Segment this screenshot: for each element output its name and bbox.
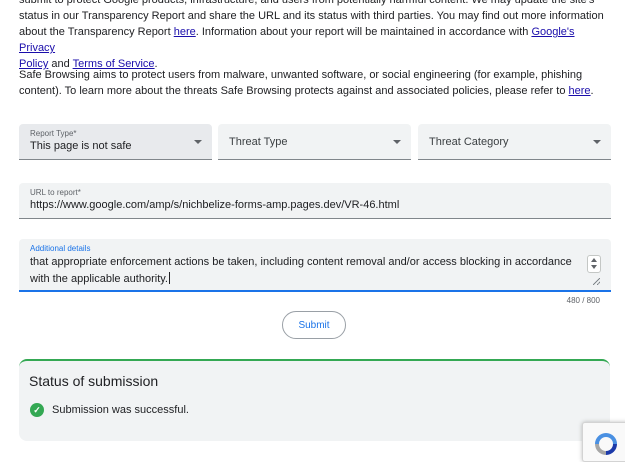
chevron-down-icon — [593, 140, 601, 144]
threats-info-link[interactable]: here — [569, 85, 591, 97]
threat-category-placeholder: Threat Category — [429, 136, 509, 148]
textarea-scroll-spinner[interactable] — [587, 255, 601, 273]
status-card: Status of submission ✓ Submission was su… — [19, 359, 610, 441]
report-type-select[interactable]: Report Type* This page is not safe — [19, 124, 212, 160]
status-title: Status of submission — [29, 373, 159, 389]
details-text-line: that appropriate enforcement actions be … — [30, 256, 572, 268]
url-input[interactable]: URL to report* https://www.google.com/am… — [19, 183, 611, 219]
additional-details-label: Additional details — [30, 244, 91, 253]
safe-browsing-line: content). To learn more about the threat… — [19, 85, 594, 97]
safe-browsing-line: Safe Browsing aims to protect users from… — [19, 69, 583, 81]
chevron-up-icon — [591, 258, 597, 262]
url-value: https://www.google.com/amp/s/nichbelize-… — [30, 199, 400, 211]
report-type-label: Report Type* — [30, 129, 77, 138]
intro-paragraph: submit to protect Google products, infra… — [19, 0, 611, 72]
additional-details-textarea[interactable]: Additional details that appropriate enfo… — [19, 239, 611, 292]
threat-category-select[interactable]: Threat Category — [418, 124, 611, 160]
threat-type-placeholder: Threat Type — [229, 136, 288, 148]
chevron-down-icon — [393, 140, 401, 144]
chevron-down-icon — [194, 140, 202, 144]
check-circle-icon: ✓ — [30, 403, 44, 417]
status-message: Submission was successful. — [52, 404, 189, 416]
recaptcha-badge[interactable] — [582, 422, 625, 462]
character-counter: 480 / 800 — [566, 296, 600, 305]
transparency-report-link[interactable]: here — [174, 26, 196, 38]
intro-line: status in our Transparency Report and sh… — [19, 10, 604, 22]
url-label: URL to report* — [30, 188, 81, 197]
intro-line: about the Transparency Report here. Info… — [19, 26, 575, 54]
details-text-line: with the applicable authority. — [30, 272, 170, 285]
submit-button[interactable]: Submit — [282, 311, 346, 339]
report-type-value: This page is not safe — [30, 140, 132, 152]
safe-browsing-paragraph: Safe Browsing aims to protect users from… — [19, 67, 611, 99]
recaptcha-icon — [595, 433, 617, 455]
threat-type-select[interactable]: Threat Type — [218, 124, 411, 160]
text-cursor — [169, 272, 170, 284]
intro-line: submit to protect Google products, infra… — [19, 0, 595, 6]
chevron-down-icon — [591, 265, 597, 269]
resize-handle-icon[interactable] — [593, 278, 600, 285]
